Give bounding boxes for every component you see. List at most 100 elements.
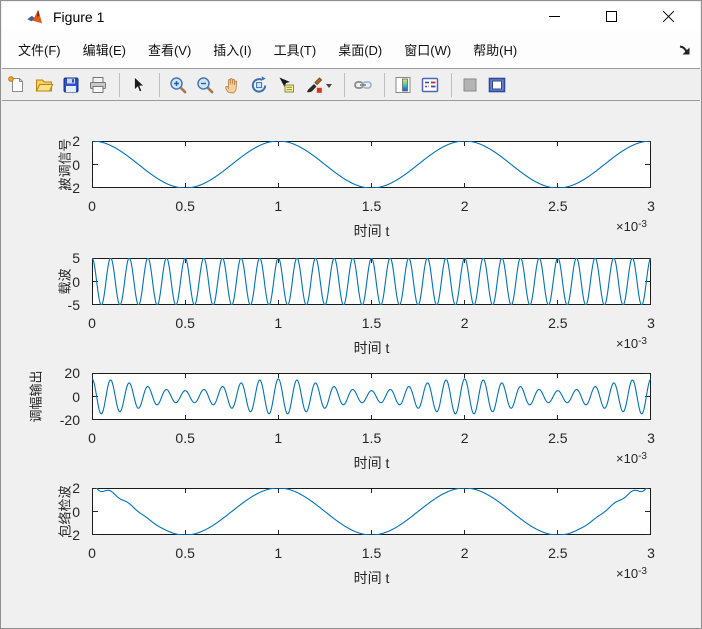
save-floppy-icon bbox=[63, 77, 79, 92]
x-tick-label: 3 bbox=[647, 315, 655, 331]
print-figure-button[interactable] bbox=[86, 72, 110, 98]
subplot-1-axes[interactable] bbox=[92, 141, 651, 188]
zoom-in-button[interactable] bbox=[166, 72, 190, 98]
toolbar-separator bbox=[451, 72, 452, 97]
subplot-2-exponent: ×10-3 bbox=[616, 336, 647, 351]
hide-plot-tools-button[interactable] bbox=[458, 72, 482, 98]
x-tick-label: 2 bbox=[460, 198, 469, 214]
x-tick-label: 2 bbox=[460, 545, 469, 561]
subplot-3-axes[interactable] bbox=[92, 373, 651, 420]
x-tick-label: 1.5 bbox=[361, 430, 382, 446]
y-tick-label: -2 bbox=[67, 180, 80, 196]
new-file-icon bbox=[8, 75, 23, 92]
x-tick-label: 2 bbox=[460, 430, 469, 446]
brush-icon bbox=[307, 76, 323, 93]
toolbar-separator bbox=[119, 72, 120, 97]
toolbar-separator bbox=[159, 72, 160, 97]
menu-view[interactable]: 查看(V) bbox=[139, 35, 200, 64]
x-tick-label: 3 bbox=[647, 198, 655, 214]
exponent-base: ×10 bbox=[616, 451, 639, 466]
subplot-4: 包络检波 -2 0 2 0 0.5 1 1.5 2 2.5 3 时间 t ×10-3 bbox=[2, 480, 701, 604]
x-tick-label: 1.5 bbox=[361, 545, 382, 561]
x-tick-label: 0.5 bbox=[175, 430, 195, 446]
subplot-1-xlabel: 时间 t bbox=[353, 223, 390, 239]
subplot-1-exponent: ×10-3 bbox=[616, 219, 647, 234]
arrow-cursor-icon bbox=[134, 75, 145, 92]
menu-help[interactable]: 帮助(H) bbox=[464, 35, 526, 64]
subplot-3-yticks: -20 0 20 bbox=[32, 365, 86, 428]
menubar: 文件(F) 编辑(E) 查看(V) 插入(I) 工具(T) 桌面(D) 窗口(W… bbox=[2, 31, 700, 69]
y-tick-label: 0 bbox=[72, 156, 80, 173]
menu-tools[interactable]: 工具(T) bbox=[265, 35, 326, 64]
rotate-3d-button[interactable] bbox=[247, 72, 271, 98]
subplot-4-xlabel: 时间 t bbox=[353, 570, 390, 586]
brush-dropdown-caret bbox=[326, 84, 332, 91]
subplot-3-xlabel: 时间 t bbox=[353, 455, 390, 471]
titlebar[interactable]: Figure 1 bbox=[2, 2, 700, 31]
printer-icon bbox=[90, 76, 106, 93]
exponent-base: ×10 bbox=[616, 336, 639, 351]
toolbar-separator bbox=[344, 72, 345, 97]
x-tick-label: 0.5 bbox=[175, 315, 195, 331]
subplot-4-yticks: -2 0 2 bbox=[32, 480, 86, 543]
new-figure-button[interactable] bbox=[5, 72, 29, 98]
legend-icon bbox=[421, 77, 439, 92]
close-icon bbox=[662, 10, 675, 23]
data-cursor-button[interactable] bbox=[274, 72, 298, 98]
minimize-button[interactable] bbox=[526, 2, 583, 31]
exponent-base: ×10 bbox=[616, 566, 639, 581]
link-plot-button[interactable] bbox=[351, 72, 375, 98]
subplot-2: 载波 -5 0 5 0 0.5 1 1.5 2 2.5 3 时间 t ×10-3 bbox=[2, 250, 701, 374]
window-title: Figure 1 bbox=[53, 8, 105, 25]
subplot-1-xticks: 0 0.5 1 1.5 2 2.5 3 bbox=[88, 198, 655, 214]
menu-insert[interactable]: 插入(I) bbox=[204, 35, 260, 64]
x-tick-label: 3 bbox=[647, 545, 655, 561]
y-tick-label: 2 bbox=[72, 480, 80, 496]
menu-file[interactable]: 文件(F) bbox=[9, 35, 70, 64]
insert-legend-button[interactable] bbox=[418, 72, 442, 98]
y-tick-label: -5 bbox=[67, 297, 80, 313]
dock-figure-arrow-icon[interactable] bbox=[678, 43, 692, 57]
figure-canvas: 被调信号 -2 0 2 0 0.5 1 1.5 2 2.5 3 时间 t ×10-3 载波 -5… bbox=[2, 102, 700, 627]
x-tick-label: 1 bbox=[274, 315, 283, 331]
y-tick-label: -2 bbox=[67, 527, 80, 543]
brush-data-button[interactable] bbox=[301, 72, 335, 98]
x-tick-label: 2.5 bbox=[548, 198, 568, 214]
subplot-2-axes[interactable] bbox=[92, 258, 651, 305]
figure-window: Figure 1 文件(F) 编辑(E) 查看(V) 插入(I) 工具(T) 桌… bbox=[0, 0, 702, 629]
open-folder-icon bbox=[35, 79, 54, 91]
rotate-3d-icon bbox=[251, 75, 267, 93]
x-tick-label: 0 bbox=[88, 430, 96, 446]
hide-plot-tools-icon bbox=[463, 78, 477, 91]
subplot-4-xticks: 0 0.5 1 1.5 2 2.5 3 bbox=[88, 545, 655, 561]
x-tick-label: 1.5 bbox=[361, 198, 382, 214]
y-tick-label: 0 bbox=[72, 388, 80, 405]
exponent-power: -3 bbox=[638, 451, 647, 462]
figure-toolbar bbox=[2, 69, 700, 101]
subplot-1-yticks: -2 0 2 bbox=[32, 133, 86, 196]
menu-desktop[interactable]: 桌面(D) bbox=[329, 35, 391, 64]
colorbar-icon bbox=[395, 76, 411, 93]
subplot-2-xticks: 0 0.5 1 1.5 2 2.5 3 bbox=[88, 315, 655, 331]
y-tick-label: 0 bbox=[72, 503, 80, 520]
x-tick-label: 1 bbox=[274, 430, 283, 446]
close-button[interactable] bbox=[640, 2, 697, 31]
insert-colorbar-button[interactable] bbox=[391, 72, 415, 98]
exponent-base: ×10 bbox=[616, 219, 639, 234]
open-file-button[interactable] bbox=[32, 72, 56, 98]
save-figure-button[interactable] bbox=[59, 72, 83, 98]
zoom-out-button[interactable] bbox=[193, 72, 217, 98]
x-tick-label: 2.5 bbox=[548, 430, 568, 446]
pan-button[interactable] bbox=[220, 72, 244, 98]
maximize-button[interactable] bbox=[583, 2, 640, 31]
x-tick-label: 1 bbox=[274, 198, 283, 214]
y-tick-label: 5 bbox=[72, 250, 80, 266]
show-plot-tools-button[interactable] bbox=[485, 72, 509, 98]
subplot-2-xlabel: 时间 t bbox=[353, 340, 390, 356]
edit-plot-button[interactable] bbox=[126, 72, 150, 98]
toolbar-separator bbox=[384, 72, 385, 97]
subplot-4-axes[interactable] bbox=[92, 488, 651, 535]
menu-window[interactable]: 窗口(W) bbox=[395, 35, 460, 64]
menu-edit[interactable]: 编辑(E) bbox=[74, 35, 135, 64]
y-tick-label: 20 bbox=[64, 365, 80, 381]
